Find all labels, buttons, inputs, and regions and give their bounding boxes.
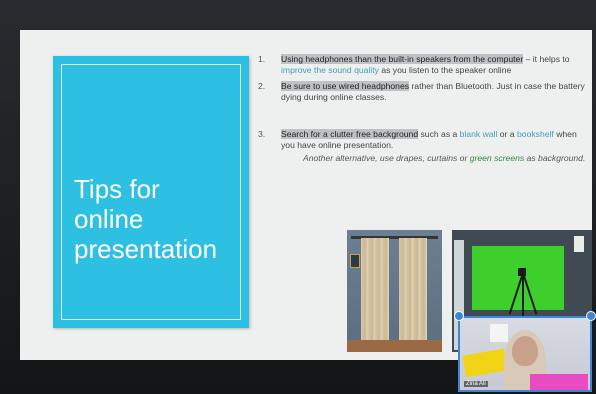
presenter-face — [512, 336, 538, 366]
slide-title: Tips for online presentation — [74, 174, 244, 264]
curtain-drape — [361, 238, 389, 344]
resize-handle-icon[interactable] — [454, 311, 464, 321]
tip-text: – it helps to — [523, 54, 570, 64]
organization-logo — [490, 324, 508, 342]
webcam-overlay[interactable]: Zina Ali — [458, 316, 592, 392]
curtains-photo — [347, 230, 442, 352]
tip-accent-text: improve the sound quality — [281, 65, 379, 75]
tip-accent-text: bookshelf — [517, 129, 554, 139]
tip-item: 3. Search for a clutter free background … — [258, 129, 586, 164]
tip-item: 1. Using headphones than the built-in sp… — [258, 54, 586, 76]
tip-text: or a — [497, 129, 518, 139]
tip-note-green: green screens — [469, 153, 525, 163]
tip-item: 2. Be sure to use wired headphones rathe… — [258, 81, 586, 103]
tip-note-text: as background. — [524, 153, 586, 163]
green-screen — [472, 246, 564, 310]
tip-number: 1. — [258, 54, 266, 64]
tip-number: 2. — [258, 81, 266, 91]
slide-title-line: online — [74, 204, 144, 234]
tip-text: such as a — [418, 129, 460, 139]
tip-number: 3. — [258, 129, 266, 139]
curtain-drape — [399, 238, 427, 344]
presentation-slide: Tips for online presentation 1. Using he… — [20, 30, 592, 360]
tip-highlight: Using headphones than the built-in speak… — [281, 54, 524, 64]
wall-frame — [350, 254, 360, 268]
tip-text: as you listen to the speaker online — [378, 65, 512, 75]
slide-title-line: Tips for — [74, 174, 160, 204]
title-panel: Tips for online presentation — [53, 56, 249, 328]
tip-note-text: Another alternative, use drapes, curtain… — [303, 153, 470, 163]
participant-name: Zina Ali — [464, 381, 488, 387]
studio-light — [574, 236, 584, 252]
banner-pink — [530, 374, 588, 390]
floor — [347, 340, 442, 352]
resize-handle-icon[interactable] — [586, 311, 596, 321]
tip-accent-text: blank wall — [459, 129, 498, 139]
tips-list: 1. Using headphones than the built-in sp… — [258, 54, 586, 164]
tip-highlight: Search for a clutter free background — [281, 129, 419, 139]
tip-highlight: Be sure to use wired headphones — [281, 81, 410, 91]
tripod-leg — [522, 276, 524, 316]
tip-note: Another alternative, use drapes, curtain… — [281, 153, 586, 164]
banner-yellow — [462, 348, 508, 378]
slide-title-line: presentation — [74, 234, 218, 264]
